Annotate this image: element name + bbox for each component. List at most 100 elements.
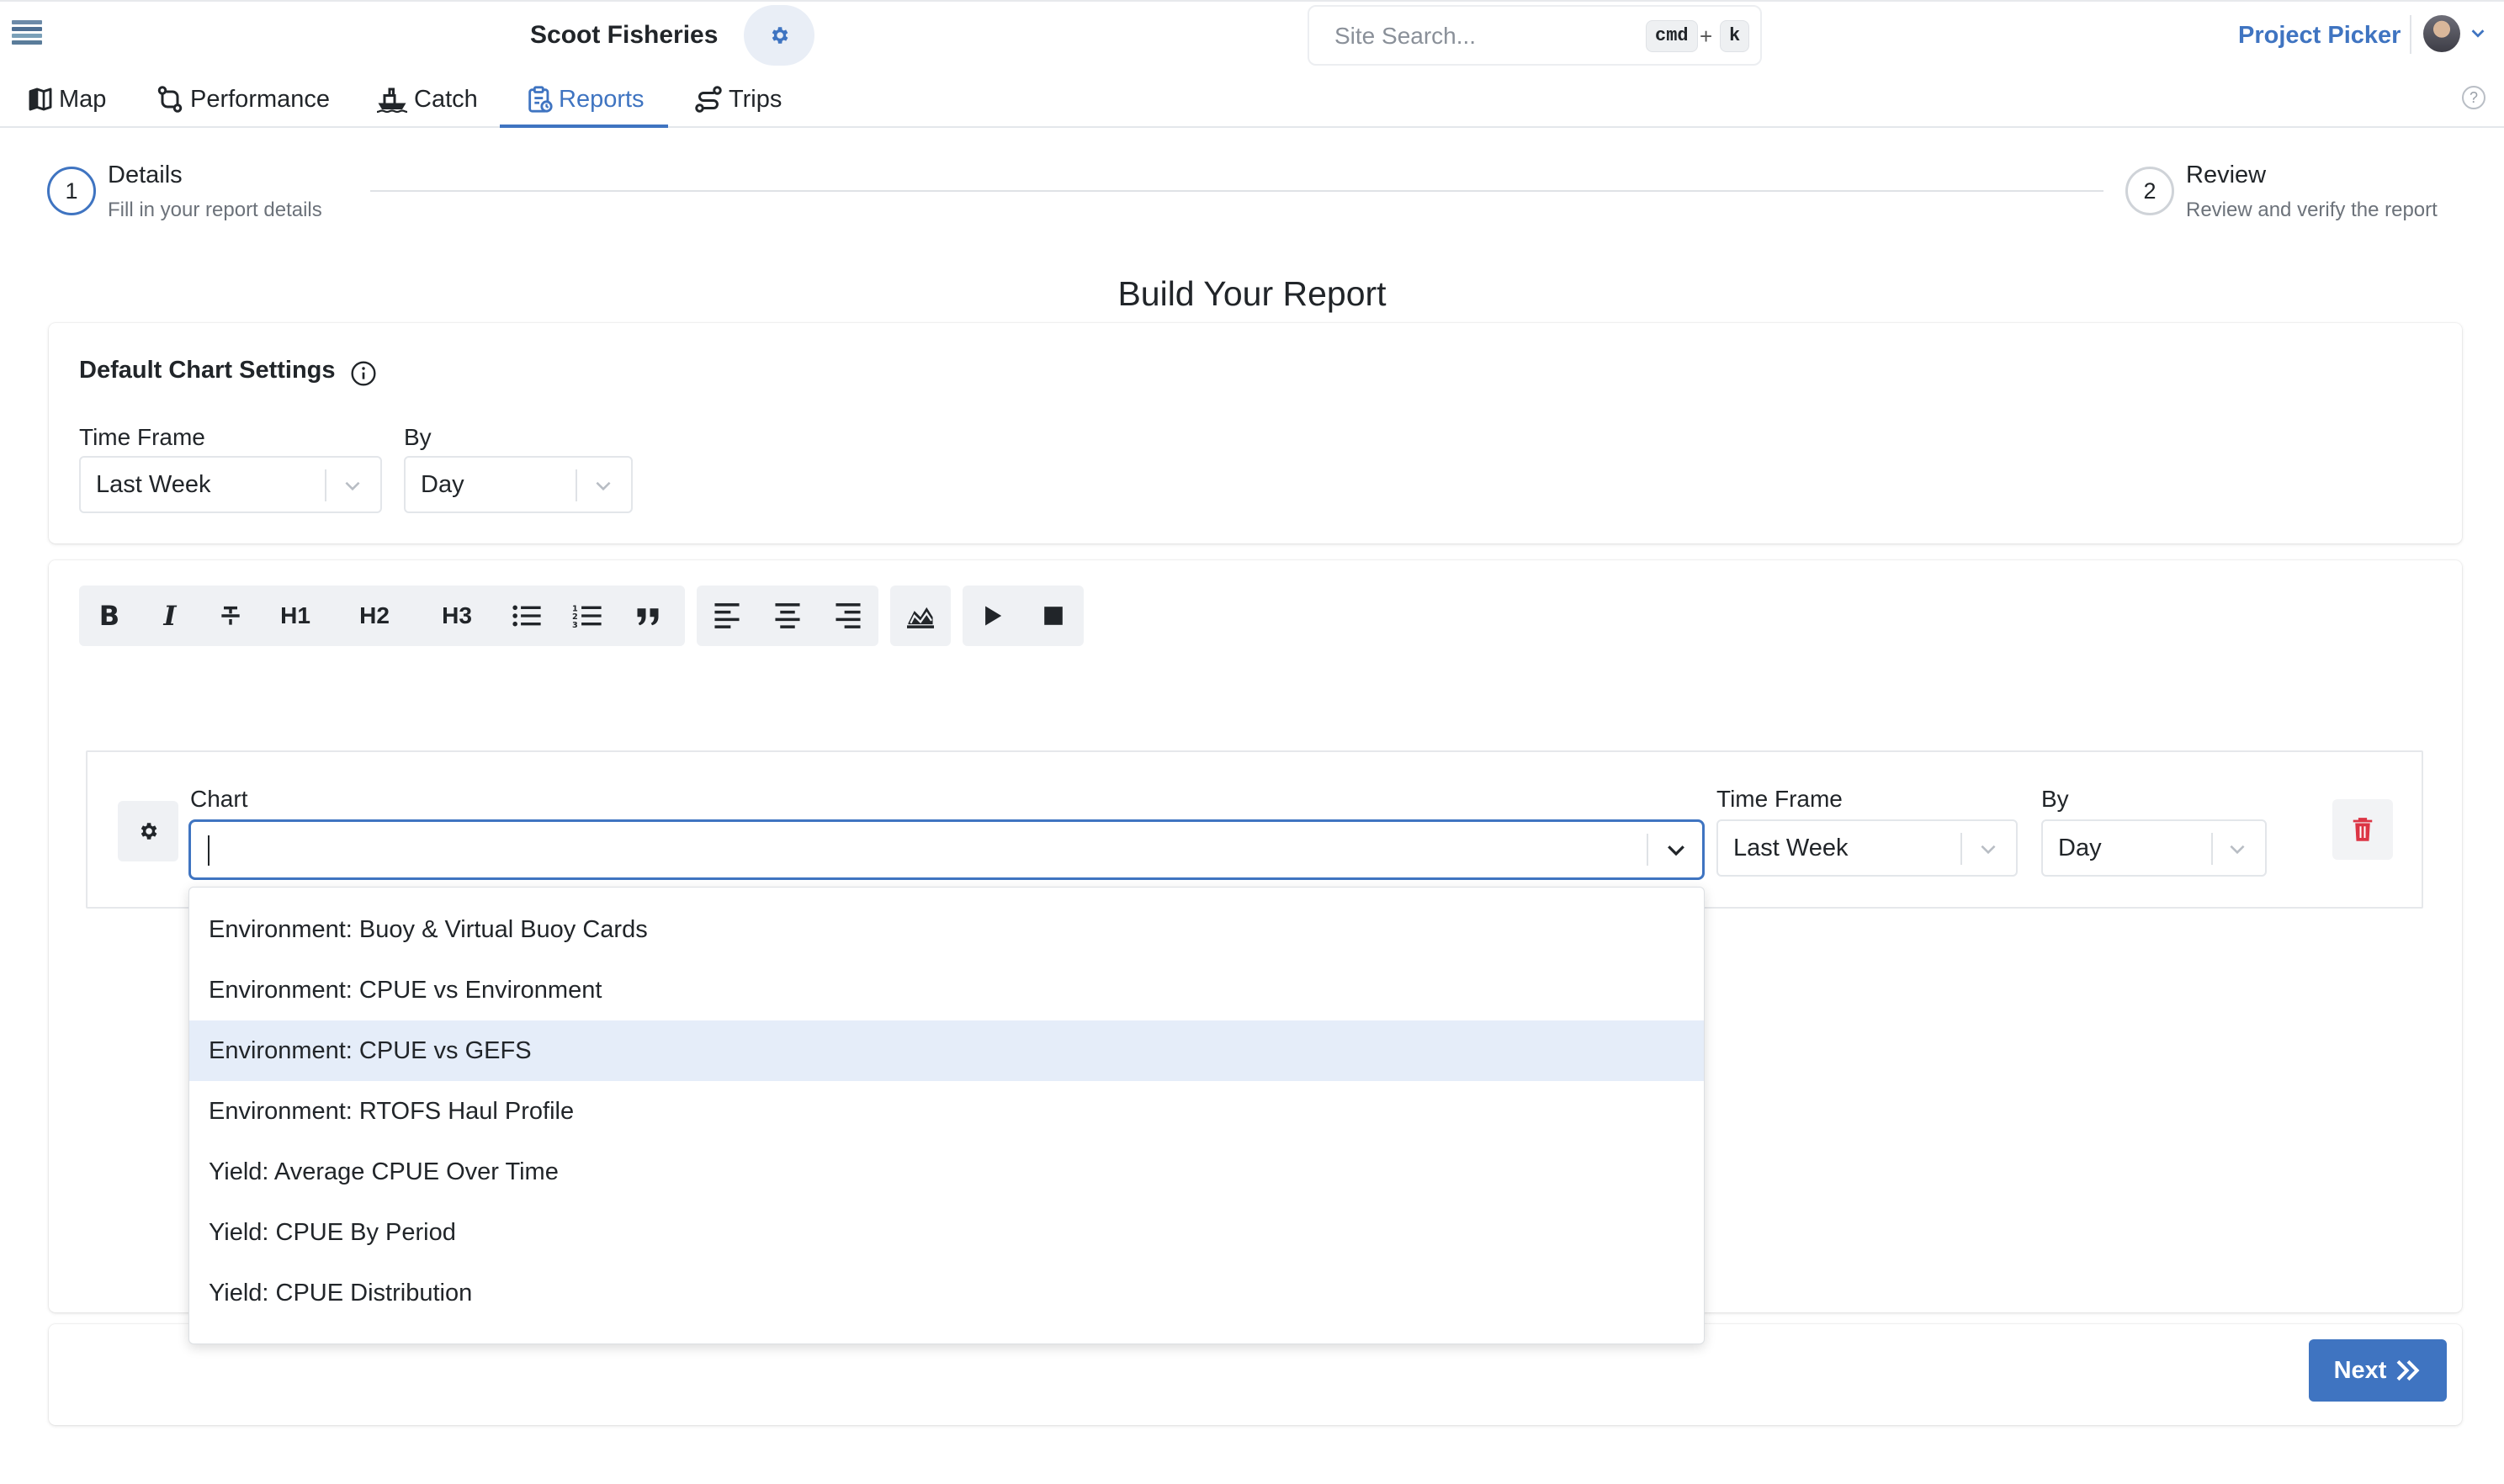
toolbar-playback [963, 586, 1084, 646]
align-left-button[interactable] [697, 586, 757, 646]
align-center-button[interactable] [757, 586, 818, 646]
stop-icon [1044, 607, 1063, 625]
default-by-select[interactable]: Day [404, 456, 633, 513]
site-search[interactable]: Site Search... cmd + k [1308, 5, 1762, 66]
step-2-circle[interactable]: 2 [2125, 167, 2174, 215]
toolbar-text-formatting: B I H1 H2 H3 123 [79, 586, 685, 646]
nav-reports[interactable]: Reports [525, 79, 645, 119]
chart-by-select[interactable]: Day [2041, 819, 2267, 877]
map-icon [29, 87, 52, 111]
dropdown-option[interactable]: Yield: CPUE Distribution [189, 1263, 1704, 1323]
area-chart-icon [907, 607, 934, 628]
quote-icon [637, 608, 659, 626]
help-icon[interactable]: ? [2462, 86, 2485, 109]
dropdown-option[interactable]: Environment: Buoy & Virtual Buoy Cards [189, 899, 1704, 960]
header-divider [2410, 15, 2411, 54]
avatar[interactable] [2423, 15, 2460, 52]
time-frame-label: Time Frame [79, 424, 205, 450]
default-by-value: Day [421, 471, 464, 498]
boat-icon [376, 87, 408, 114]
next-button[interactable]: Next [2309, 1339, 2447, 1402]
nav-trips-label: Trips [729, 85, 782, 113]
trips-icon [695, 86, 722, 113]
org-name[interactable]: Scoot Fisheries [530, 17, 718, 54]
trash-icon [2353, 818, 2373, 841]
chart-time-frame-value: Last Week [1733, 835, 1849, 861]
default-time-frame-select[interactable]: Last Week [79, 456, 382, 513]
nav-trips[interactable]: Trips [693, 79, 782, 119]
chart-time-frame-select[interactable]: Last Week [1716, 819, 2018, 877]
strikethrough-icon [221, 606, 240, 625]
heading-1-button[interactable]: H1 [259, 586, 332, 646]
route-icon [157, 86, 183, 113]
strikethrough-button[interactable] [200, 586, 261, 646]
top-border [0, 0, 2504, 2]
dropdown-option[interactable]: Yield: CPUE By Period [189, 1202, 1704, 1263]
play-button[interactable] [963, 586, 1023, 646]
step-1-subtitle: Fill in your report details [108, 199, 322, 221]
chart-settings-button[interactable] [118, 801, 178, 861]
nav-performance[interactable]: Performance [155, 79, 330, 119]
italic-button[interactable]: I [140, 586, 200, 646]
delete-chart-button[interactable] [2332, 799, 2393, 860]
stop-button[interactable] [1023, 586, 1084, 646]
default-time-frame-value: Last Week [96, 471, 211, 498]
toolbar-alignment [697, 586, 878, 646]
insert-chart-button[interactable] [890, 586, 951, 646]
align-right-button[interactable] [818, 586, 878, 646]
numbered-list-button[interactable]: 123 [557, 586, 618, 646]
heading-3-button[interactable]: H3 [421, 586, 493, 646]
gear-icon [772, 27, 788, 44]
play-icon [985, 606, 1002, 626]
step-2-title: Review [2186, 162, 2267, 188]
chart-options-dropdown: Environment: Buoy & Virtual Buoy Cards E… [188, 887, 1705, 1344]
app-logo[interactable] [12, 20, 42, 50]
select-separator [1960, 833, 1962, 865]
chevron-down-icon [345, 481, 360, 491]
align-right-icon [836, 603, 861, 628]
org-settings-button[interactable] [744, 5, 814, 66]
text-caret [208, 835, 210, 866]
bold-button[interactable]: B [79, 586, 140, 646]
nav-map[interactable]: Map [27, 79, 106, 119]
bullet-list-icon [512, 605, 541, 627]
chart-time-frame-label: Time Frame [1716, 786, 1843, 812]
stepper-connector [370, 190, 2103, 192]
dropdown-option[interactable]: Yield: Average CPUE Over Time [189, 1142, 1704, 1202]
by-label: By [404, 424, 432, 450]
chevron-down-icon[interactable] [2469, 24, 2487, 42]
select-separator [325, 469, 326, 501]
chart-by-value: Day [2058, 835, 2102, 861]
shortcut-key-k: k [1720, 20, 1750, 52]
chart-select-input[interactable] [188, 819, 1705, 880]
blockquote-button[interactable] [618, 586, 678, 646]
align-left-icon [714, 603, 740, 628]
step-1-circle[interactable]: 1 [47, 167, 96, 215]
chevron-down-icon[interactable] [1663, 837, 1689, 862]
nav-catch[interactable]: Catch [375, 79, 478, 119]
numbered-list-icon: 123 [572, 604, 602, 629]
info-icon[interactable] [350, 360, 377, 387]
shortcut-plus: + [1700, 24, 1713, 49]
heading-2-button[interactable]: H2 [338, 586, 411, 646]
nav-catch-label: Catch [414, 85, 478, 113]
nav-reports-label: Reports [559, 85, 645, 113]
select-separator [2211, 833, 2213, 865]
dropdown-option-highlighted[interactable]: Environment: CPUE vs GEFS [189, 1020, 1704, 1081]
page-title: Build Your Report [1117, 274, 1387, 313]
dropdown-option[interactable]: Environment: RTOFS Haul Profile [189, 1081, 1704, 1142]
select-separator [576, 469, 577, 501]
chart-label: Chart [190, 786, 248, 812]
shortcut-key-cmd: cmd [1646, 20, 1698, 52]
project-picker-link[interactable]: Project Picker [2238, 17, 2401, 54]
bullet-list-button[interactable] [496, 586, 557, 646]
dropdown-option[interactable]: Environment: CPUE vs Environment [189, 960, 1704, 1020]
active-tab-indicator [500, 125, 668, 128]
toolbar-insert [890, 586, 951, 646]
nav-performance-label: Performance [190, 85, 331, 113]
nav-divider [0, 126, 2504, 128]
search-placeholder: Site Search... [1334, 23, 1477, 49]
chevron-down-icon [1981, 845, 1996, 855]
chevron-down-icon [596, 481, 611, 491]
default-chart-settings-title: Default Chart Settings [79, 357, 336, 384]
